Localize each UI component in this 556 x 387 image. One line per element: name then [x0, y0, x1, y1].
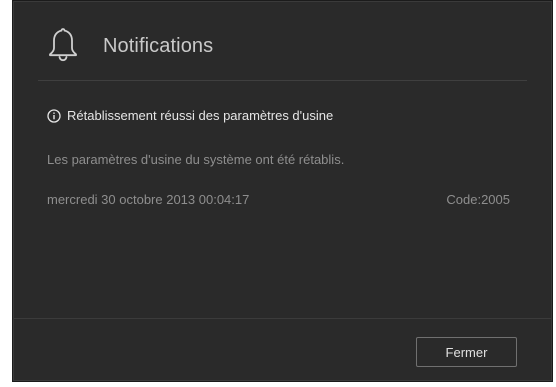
close-button[interactable]: Fermer: [416, 337, 517, 367]
bell-icon: [49, 28, 77, 62]
footer-divider: [13, 318, 552, 319]
dialog-header: Notifications: [13, 1, 552, 81]
header-divider: [38, 80, 527, 81]
notifications-dialog: Notifications Rétablissement réussi des …: [12, 0, 553, 382]
notification-heading: Rétablissement réussi des paramètres d'u…: [67, 108, 334, 123]
notification-code: Code:2005: [446, 192, 510, 207]
notification-heading-row: Rétablissement réussi des paramètres d'u…: [47, 108, 333, 123]
info-circle-icon: [47, 108, 61, 123]
dialog-title: Notifications: [103, 35, 214, 57]
notification-message: Les paramètres d'usine du système ont ét…: [47, 152, 345, 167]
notification-date: mercredi 30 octobre 2013 00:04:17: [47, 192, 250, 207]
